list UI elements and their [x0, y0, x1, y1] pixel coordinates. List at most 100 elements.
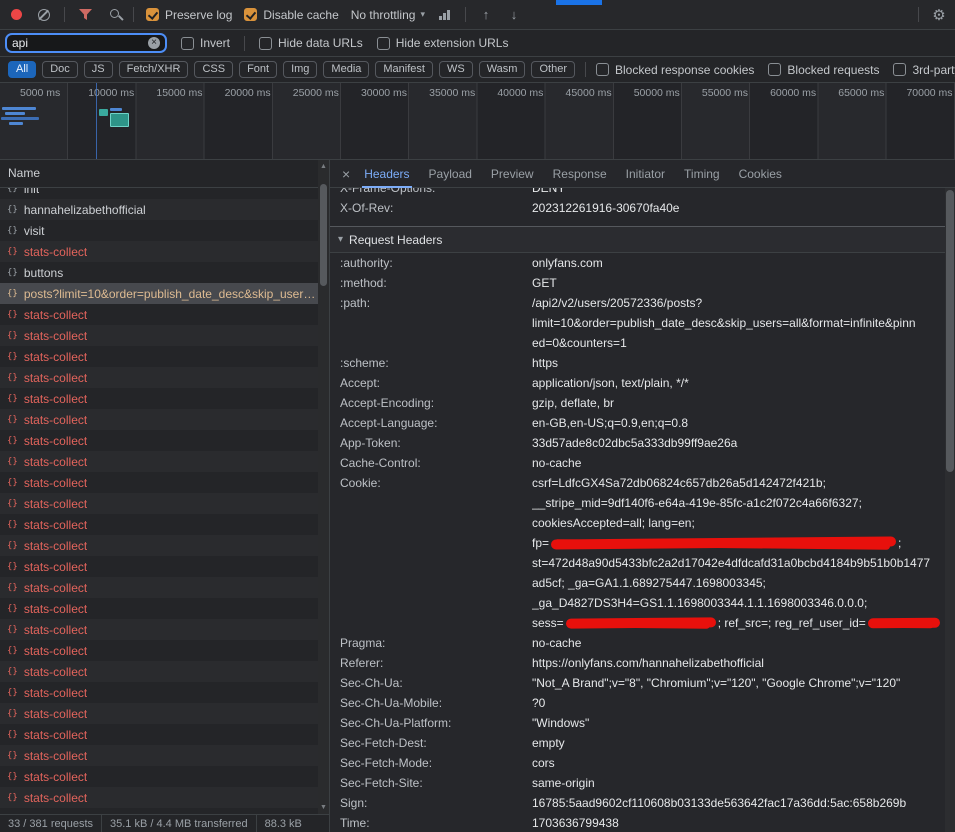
checkbox-icon [596, 63, 609, 76]
close-detail-icon[interactable]: × [342, 166, 350, 182]
request-row[interactable]: {} stats-collect [0, 514, 329, 535]
request-row[interactable]: {} stats-collect [0, 451, 329, 472]
scrollbar-thumb[interactable] [320, 184, 327, 286]
request-row[interactable]: {} stats-collect [0, 745, 329, 766]
request-row[interactable]: {} stats-collect [0, 304, 329, 325]
request-row[interactable]: {} stats-collect [0, 787, 329, 808]
header-value: csrf=LdfcGX4Sa72db06824c657db26a5d142472… [532, 473, 945, 633]
hide-extension-urls-checkbox[interactable]: Hide extension URLs [377, 36, 509, 50]
type-filter-pill[interactable]: Media [323, 61, 369, 78]
scroll-up-icon[interactable]: ▲ [320, 163, 327, 170]
detail-tab[interactable]: Payload [429, 160, 472, 187]
type-filter-pill[interactable]: CSS [194, 61, 233, 78]
type-filter-pill[interactable]: Wasm [479, 61, 526, 78]
type-filter-pill[interactable]: Img [283, 61, 317, 78]
extra-filter-label: 3rd-party requests [912, 63, 955, 77]
search-button[interactable] [105, 7, 121, 23]
type-filter-pill[interactable]: Fetch/XHR [119, 61, 189, 78]
request-name: stats-collect [24, 791, 87, 805]
request-row[interactable]: {} hannahelizabethofficial [0, 199, 329, 220]
type-filter-pill[interactable]: Font [239, 61, 277, 78]
type-filter-pill[interactable]: All [8, 61, 36, 78]
detail-tab[interactable]: Headers [364, 160, 409, 187]
detail-tab[interactable]: Response [553, 160, 607, 187]
request-row[interactable]: {} stats-collect [0, 493, 329, 514]
request-row[interactable]: {} posts?limit=10&order=publish_date_des… [0, 283, 329, 304]
request-row[interactable]: {} stats-collect [0, 640, 329, 661]
extra-filter-checkbox[interactable]: 3rd-party requests [893, 63, 955, 77]
disable-cache-checkbox[interactable]: Disable cache [244, 8, 338, 22]
scroll-down-icon[interactable]: ▼ [320, 804, 327, 811]
request-headers-section[interactable]: ▾ Request Headers [330, 226, 945, 253]
request-row[interactable]: {} stats-collect [0, 325, 329, 346]
type-filter-pill[interactable]: Manifest [375, 61, 433, 78]
request-row[interactable]: {} stats-collect [0, 577, 329, 598]
detail-tab[interactable]: Preview [491, 160, 534, 187]
request-row[interactable]: {} stats-collect [0, 367, 329, 388]
type-filter-bar: All Doc JS Fetch/XHR CSS Font Img Media … [0, 57, 955, 83]
divider [244, 36, 245, 51]
request-name: stats-collect [24, 371, 87, 385]
request-list-scrollbar[interactable]: ▲ ▼ [318, 160, 329, 814]
type-filter-pill[interactable]: Doc [42, 61, 78, 78]
redaction-scribble [566, 617, 716, 628]
filter-input[interactable]: api × [5, 33, 167, 53]
scrollbar-thumb[interactable] [946, 190, 954, 472]
header-value: empty [532, 733, 945, 753]
type-filter-pill[interactable]: WS [439, 61, 473, 78]
header-name: X-Frame-Options: [340, 188, 532, 198]
request-row[interactable]: {} stats-collect [0, 472, 329, 493]
name-column-header[interactable]: Name [0, 160, 329, 188]
timeline-label: 50000 ms [634, 87, 702, 99]
header-name: Sec-Ch-Ua-Platform: [340, 713, 532, 733]
request-row[interactable]: {} stats-collect [0, 619, 329, 640]
request-row[interactable]: {} stats-collect [0, 535, 329, 556]
request-row[interactable]: {} stats-collect [0, 430, 329, 451]
filter-button[interactable] [77, 7, 93, 23]
request-row[interactable]: {} stats-collect [0, 388, 329, 409]
type-filter-pill[interactable]: JS [84, 61, 113, 78]
request-row[interactable]: {} stats-collect [0, 556, 329, 577]
extra-filter-label: Blocked requests [787, 63, 879, 77]
script-file-icon: {} [7, 205, 18, 215]
request-row[interactable]: {} visit [0, 220, 329, 241]
export-har-button[interactable]: ↓ [506, 7, 522, 23]
throttling-dropdown[interactable]: No throttling ▾ [351, 8, 425, 22]
header-name: Accept: [340, 373, 532, 393]
import-har-button[interactable]: ↑ [478, 7, 494, 23]
extra-filter-checkbox[interactable]: Blocked requests [768, 63, 879, 77]
request-row[interactable]: {} stats-collect [0, 703, 329, 724]
header-row: :path:/api2/v2/users/20572336/posts?limi… [340, 293, 945, 353]
request-name: stats-collect [24, 560, 87, 574]
request-row[interactable]: {} stats-collect [0, 661, 329, 682]
record-button[interactable] [8, 7, 24, 23]
clear-filter-icon[interactable]: × [148, 37, 160, 49]
preserve-log-checkbox[interactable]: Preserve log [146, 8, 232, 22]
type-filter-pill[interactable]: Other [531, 61, 575, 78]
request-row[interactable]: {} stats-collect [0, 724, 329, 745]
script-file-icon: {} [7, 688, 18, 698]
network-conditions-button[interactable] [437, 7, 453, 23]
detail-tab[interactable]: Initiator [626, 160, 665, 187]
request-row[interactable]: {} stats-collect [0, 409, 329, 430]
detail-scrollbar[interactable] [945, 188, 955, 832]
request-row[interactable]: {} stats-collect [0, 598, 329, 619]
settings-gear-icon[interactable]: ⚙ [931, 7, 947, 23]
extra-filter-checkbox[interactable]: Blocked response cookies [596, 63, 754, 77]
request-row[interactable]: {} stats-collect [0, 682, 329, 703]
detail-tab[interactable]: Cookies [739, 160, 782, 187]
header-value: "Windows" [532, 713, 945, 733]
detail-tab[interactable]: Timing [684, 160, 720, 187]
header-row: Sec-Fetch-Dest:empty [340, 733, 945, 753]
request-row[interactable]: {} stats-collect [0, 766, 329, 787]
clear-log-button[interactable] [36, 7, 52, 23]
request-row[interactable]: {} stats-collect [0, 346, 329, 367]
request-row[interactable]: {} buttons [0, 262, 329, 283]
invert-checkbox[interactable]: Invert [181, 36, 230, 50]
hide-data-urls-checkbox[interactable]: Hide data URLs [259, 36, 363, 50]
network-overview-timeline[interactable]: 5000 ms10000 ms15000 ms20000 ms25000 ms3… [0, 83, 955, 160]
waterfall-bar [110, 108, 122, 111]
request-row[interactable]: {} stats-collect [0, 241, 329, 262]
request-name: stats-collect [24, 581, 87, 595]
request-row[interactable]: {} init [0, 188, 329, 199]
